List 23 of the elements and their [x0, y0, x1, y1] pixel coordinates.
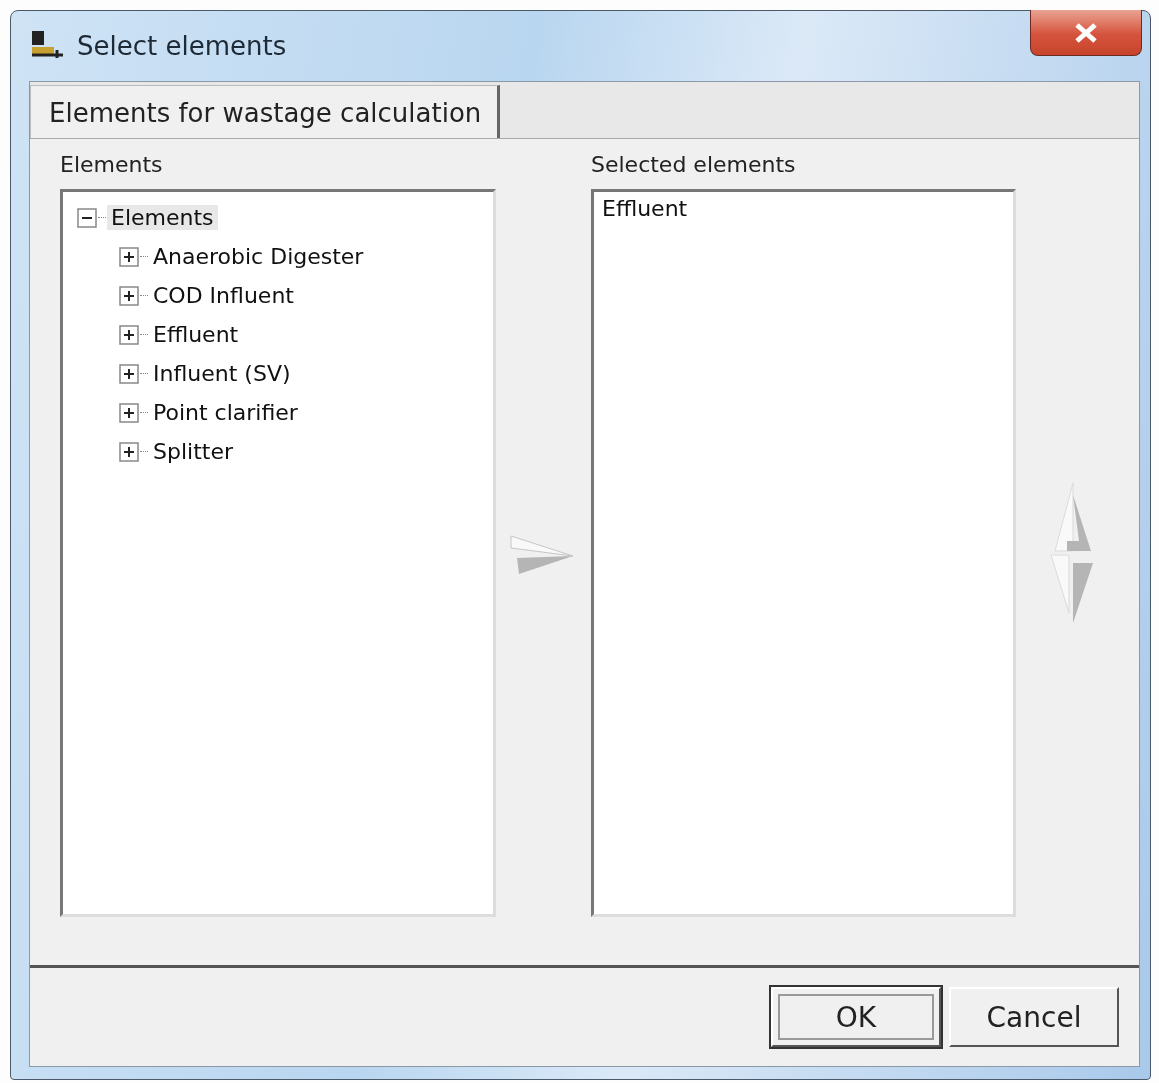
dialog-button[interactable]: OK — [771, 987, 941, 1047]
expand-icon[interactable] — [119, 402, 139, 423]
expand-icon[interactable] — [119, 285, 139, 306]
tree-item[interactable]: Effluent — [149, 322, 243, 347]
dialog-button[interactable]: Cancel — [949, 987, 1119, 1047]
window-title: Select elements — [77, 31, 287, 61]
tree-item[interactable]: Influent (SV) — [149, 361, 295, 386]
tree-item[interactable]: COD Influent — [149, 283, 298, 308]
expand-icon[interactable] — [119, 363, 139, 384]
tree-item[interactable]: Point clarifier — [149, 400, 302, 425]
panel-label: Elements — [60, 151, 164, 177]
tree-item[interactable]: Elements — [107, 205, 218, 230]
tab[interactable]: Elements for wastage calculation — [30, 85, 501, 139]
expand-icon[interactable] — [119, 246, 139, 267]
tree-item[interactable]: Anaerobic Digester — [149, 244, 368, 269]
list-item[interactable]: Effluent — [594, 192, 1013, 225]
expand-icon[interactable] — [119, 441, 139, 462]
collapse-icon[interactable] — [77, 207, 97, 228]
expand-icon[interactable] — [119, 324, 139, 345]
tree-item[interactable]: Splitter — [149, 439, 237, 464]
panel-label: Selected elements — [591, 151, 797, 177]
close-button[interactable] — [1030, 10, 1142, 56]
close-icon — [1073, 21, 1099, 44]
